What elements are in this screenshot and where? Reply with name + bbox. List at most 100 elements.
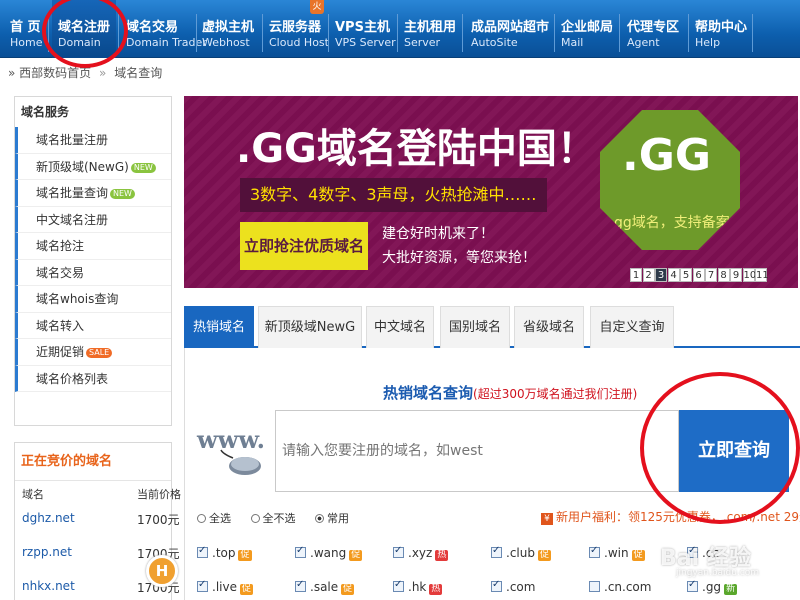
option-select-all[interactable]: 全选 <box>197 510 231 526</box>
domain-type-tabs: 热销域名 新顶级域NewG 中文域名 国别域名 省级域名 自定义查询 <box>184 306 800 348</box>
nav-domain-trader-en: Domain Trader <box>126 36 207 49</box>
auction-domain[interactable]: dghz.net <box>22 511 75 525</box>
tld-option[interactable]: .com <box>491 579 536 594</box>
auction-col-price: 当前价格 <box>137 488 181 501</box>
tab-province-domains[interactable]: 省级域名 <box>514 306 584 348</box>
checkbox-checked-icon[interactable] <box>687 579 698 592</box>
banner-page-button[interactable]: 4 <box>667 268 680 282</box>
sidebar-item-label: 域名价格列表 <box>36 371 109 386</box>
nav-vps-cn: VPS主机 <box>335 20 390 35</box>
tld-name: .live <box>212 580 237 594</box>
nav-autosite-en: AutoSite <box>471 36 518 49</box>
auction-domain[interactable]: nhkx.net <box>22 579 75 593</box>
sidebar-item-bulk-register[interactable]: 域名批量注册 <box>15 127 171 154</box>
tab-new-gtld[interactable]: 新顶级域NewG <box>258 306 362 348</box>
nav-autosite[interactable]: 成品网站超市 AutoSite <box>471 0 549 58</box>
banner-note-line: 大批好资源，等您来抢！ <box>382 250 536 266</box>
banner-pager: 1 2 3 4 5 6 7 8 9 1011 <box>630 267 769 282</box>
tab-chinese-domains[interactable]: 中文域名 <box>366 306 434 348</box>
nav-domain-trader[interactable]: 域名交易 Domain Trader <box>126 0 207 58</box>
banner-page-button[interactable]: 2 <box>642 268 655 282</box>
tld-option[interactable]: .cn.com <box>589 580 651 594</box>
search-title-note: (超过300万域名通过我们注册) <box>473 387 638 401</box>
checkbox-checked-icon[interactable] <box>393 545 404 558</box>
breadcrumb-arrow-icon: » <box>8 66 16 80</box>
sidebar-item-transfer[interactable]: 域名转入 <box>15 312 171 339</box>
tld-option[interactable]: .live促 <box>197 579 253 595</box>
auction-col-domain: 域名 <box>22 488 44 501</box>
auction-domain[interactable]: rzpp.net <box>22 545 72 559</box>
tld-option[interactable]: .gg新 <box>687 579 738 595</box>
banner-subtitle: 3数字、4数字、3声母，火热抢滩中…… <box>240 178 547 212</box>
sidebar-item-backorder[interactable]: 域名抢注 <box>15 233 171 260</box>
auction-row[interactable]: dghz.net 1700元 <box>15 501 180 535</box>
checkbox-checked-icon[interactable] <box>491 545 502 558</box>
banner-page-button[interactable]: 5 <box>680 268 692 282</box>
nav-home[interactable]: 首 页 Home <box>10 0 42 58</box>
sidebar-item-chinese-domain[interactable]: 中文域名注册 <box>15 206 171 233</box>
checkbox-checked-icon[interactable] <box>491 579 502 592</box>
selection-options: 全选 全不选 常用 <box>197 510 365 526</box>
nav-mail[interactable]: 企业邮局 Mail <box>561 0 613 58</box>
tld-option[interactable]: .sale促 <box>295 579 355 595</box>
sidebar-item-promotions[interactable]: 近期促销 SALE <box>15 339 171 366</box>
nav-webhost-cn: 虚拟主机 <box>202 20 255 35</box>
tld-option[interactable]: .xyz热 <box>393 545 449 561</box>
nav-server[interactable]: 主机租用 Server <box>404 0 456 58</box>
banner-page-button[interactable]: 6 <box>692 268 705 282</box>
checkbox-icon[interactable] <box>589 581 600 592</box>
sidebar-item-label: 域名抢注 <box>36 239 85 253</box>
checkbox-checked-icon[interactable] <box>295 579 306 592</box>
radio-icon <box>197 514 206 523</box>
banner-page-button-active[interactable]: 3 <box>655 268 667 282</box>
domain-services-sidebar: 域名服务 域名批量注册 新顶级域(NewG) NEW 域名批量查询 NEW 中文域名… <box>14 96 172 426</box>
radio-icon <box>250 514 260 523</box>
promo-banner[interactable]: .GG域名登陆中国！ 3数字、4数字、3声母，火热抢滩中…… 立即抢注优质域名 … <box>184 96 798 288</box>
nav-mail-en: Mail <box>561 36 584 49</box>
checkbox-checked-icon[interactable] <box>393 579 404 592</box>
sale-badge: SALE <box>86 348 113 358</box>
option-common[interactable]: 常用 <box>315 510 349 526</box>
banner-page-button[interactable]: 7 <box>705 268 717 282</box>
nav-vps-en: VPS Server <box>335 36 396 49</box>
nav-vps[interactable]: VPS主机 VPS Server <box>335 0 396 58</box>
banner-page-button[interactable]: 9 <box>730 268 742 282</box>
sidebar-item-new-gtld[interactable]: 新顶级域(NewG) NEW <box>15 153 171 180</box>
banner-cta-button[interactable]: 立即抢注优质域名 <box>240 222 368 270</box>
nav-agent[interactable]: 代理专区 Agent <box>627 0 679 58</box>
nav-cloud-host-cn: 云服务器 <box>269 20 322 35</box>
tld-option[interactable]: .hk热 <box>393 579 443 595</box>
tld-option[interactable]: .wang促 <box>295 545 363 561</box>
checkbox-checked-icon[interactable] <box>295 545 306 558</box>
nav-agent-en: Agent <box>627 36 660 49</box>
checkbox-checked-icon[interactable] <box>589 545 600 558</box>
tab-hot-domains[interactable]: 热销域名 <box>184 306 254 348</box>
tld-option[interactable]: .club促 <box>491 545 551 561</box>
floating-help-icon[interactable]: H <box>146 555 178 587</box>
nav-help[interactable]: 帮助中心 Help <box>695 0 747 58</box>
gift-icon: ¥ <box>541 513 553 525</box>
tab-country-domains[interactable]: 国别域名 <box>440 306 510 348</box>
sidebar-item-whois[interactable]: 域名whois查询 <box>15 286 171 313</box>
nav-webhost[interactable]: 虚拟主机 Webhost <box>202 0 254 58</box>
checkbox-checked-icon[interactable] <box>197 545 208 558</box>
banner-page-button[interactable]: 1 <box>630 268 642 282</box>
tld-name: .top <box>212 546 236 560</box>
option-select-none[interactable]: 全不选 <box>250 510 296 526</box>
banner-page-button[interactable]: 10 <box>742 268 756 282</box>
banner-page-button[interactable]: 11 <box>755 268 769 282</box>
tld-name: .win <box>604 546 629 560</box>
tld-option[interactable]: .top促 <box>197 545 252 561</box>
breadcrumb-home-link[interactable]: 西部数码首页 <box>19 66 91 80</box>
sidebar-item-bulk-query[interactable]: 域名批量查询 NEW <box>15 180 171 207</box>
sidebar-item-trade[interactable]: 域名交易 <box>15 259 171 286</box>
tab-custom-query[interactable]: 自定义查询 <box>590 306 674 348</box>
sidebar-item-price-list[interactable]: 域名价格列表 <box>15 365 171 392</box>
banner-page-button[interactable]: 8 <box>717 268 730 282</box>
tld-option[interactable]: .win促 <box>589 545 645 561</box>
checkbox-checked-icon[interactable] <box>197 579 208 592</box>
tld-name: .cn.com <box>604 580 652 594</box>
tld-name: .com <box>506 580 536 594</box>
domain-search-input[interactable] <box>275 410 679 492</box>
nav-cloud-host-en: Cloud Host <box>269 36 329 49</box>
